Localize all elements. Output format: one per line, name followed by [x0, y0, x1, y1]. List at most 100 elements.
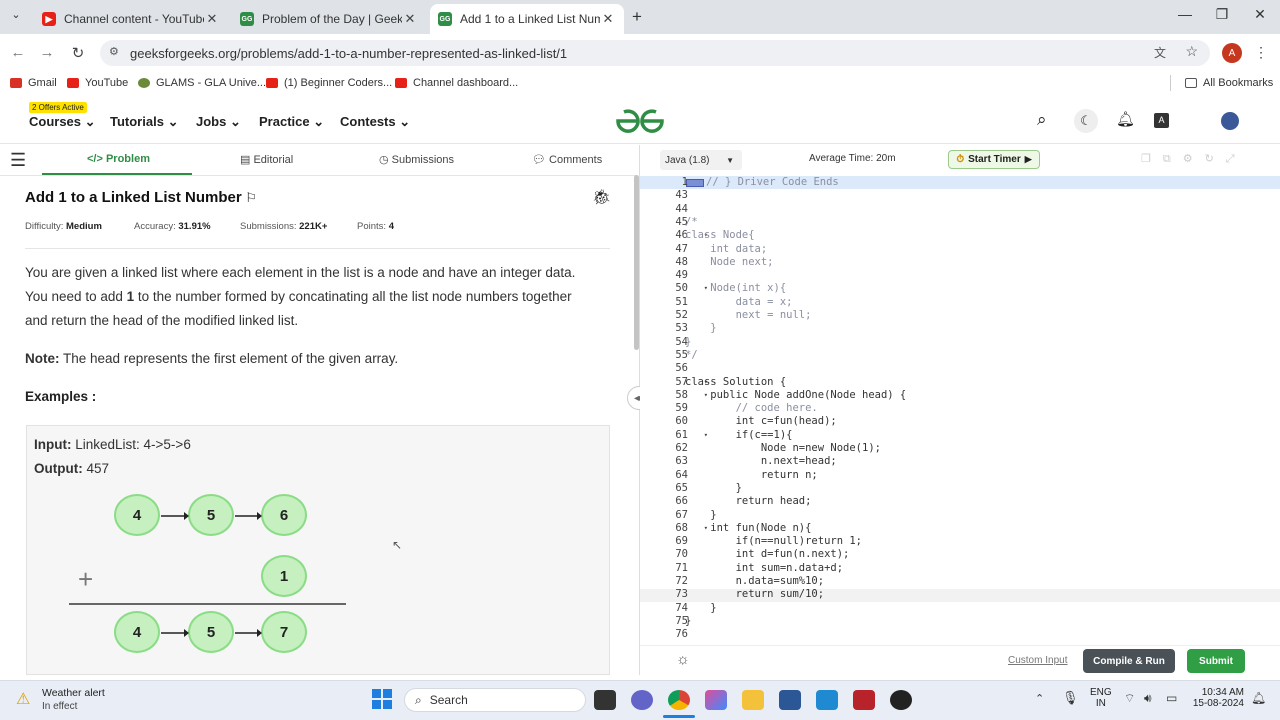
battery-icon[interactable]: ▭	[1166, 691, 1177, 705]
code-line[interactable]: }	[685, 602, 716, 615]
code-line[interactable]: n.data=sum%10;	[685, 575, 825, 588]
all-bookmarks[interactable]: All Bookmarks	[1185, 77, 1273, 89]
obs-icon[interactable]	[890, 690, 912, 710]
restore-icon[interactable]: ❐	[1207, 6, 1237, 23]
code-line[interactable]: }	[685, 615, 691, 628]
code-line[interactable]: if(c==1){	[685, 429, 793, 442]
tab-editorial[interactable]: ▤ Editorial	[240, 153, 293, 166]
code-line[interactable]: }	[685, 509, 716, 522]
browser-tab-potd[interactable]: GG Problem of the Day | GeeksforG ✕	[232, 4, 426, 34]
compile-run-button[interactable]: Compile & Run	[1083, 649, 1175, 673]
code-line[interactable]: int fun(Node n){	[685, 522, 811, 535]
translate-icon[interactable]: A	[1154, 113, 1169, 128]
code-line[interactable]: }	[685, 482, 742, 495]
nav-practice[interactable]: Practice ⌄	[259, 114, 324, 130]
minimize-icon[interactable]: —	[1170, 6, 1200, 22]
nav-tutorials[interactable]: Tutorials ⌄	[110, 114, 178, 130]
close-tab-icon[interactable]: ✕	[402, 11, 418, 27]
menu-hamburger-icon[interactable]: ☰	[10, 150, 26, 171]
notifications-icon[interactable]: 🔔︎	[1251, 691, 1266, 705]
code-line[interactable]: return n;	[685, 469, 818, 482]
bookmark-gmail[interactable]: Gmail	[10, 77, 57, 89]
code-line[interactable]: int d=fun(n.next);	[685, 548, 850, 561]
task-view-icon[interactable]	[594, 690, 616, 710]
reload-icon[interactable]: ↻	[68, 44, 88, 62]
dark-mode-icon[interactable]: ☾	[1074, 109, 1098, 133]
taskbar-search[interactable]: ⌕ Search	[404, 688, 586, 712]
custom-input-link[interactable]: Custom Input	[1008, 655, 1067, 666]
code-line[interactable]: class Node{	[685, 229, 755, 242]
volume-icon[interactable]: 🔊︎	[1144, 691, 1152, 706]
tab-search-dropdown-icon[interactable]: ⌄	[6, 8, 26, 26]
notification-bell-icon[interactable]: 🔔︎	[1116, 110, 1135, 128]
code-line[interactable]: int sum=n.data+d;	[685, 562, 843, 575]
browser-tab-youtube-studio[interactable]: ▶ Channel content - YouTube Stu ✕	[34, 4, 228, 34]
tab-submissions[interactable]: ◷ Submissions	[379, 153, 454, 166]
code-line[interactable]: Node(int x){	[685, 282, 786, 295]
weather-title[interactable]: Weather alert	[42, 687, 105, 699]
code-line[interactable]: }	[685, 336, 691, 349]
browser-menu-icon[interactable]: ⋮	[1254, 44, 1268, 61]
bookmark-beginner-coders[interactable]: (1) Beginner Coders...	[266, 77, 392, 89]
wifi-icon[interactable]: ⌔	[1124, 691, 1135, 706]
close-tab-icon[interactable]: ✕	[600, 11, 616, 27]
chrome-icon[interactable]	[668, 690, 690, 710]
code-line[interactable]: /*	[685, 216, 698, 229]
microphone-icon[interactable]: 🎙︎	[1062, 690, 1079, 706]
code-line[interactable]: // code here.	[685, 402, 818, 415]
profile-avatar[interactable]: A	[1222, 43, 1242, 63]
code-line[interactable]: if(n==null)return 1;	[685, 535, 862, 548]
tab-problem[interactable]: </> Problem	[87, 153, 150, 165]
close-window-icon[interactable]: ✕	[1245, 6, 1275, 23]
teams-chat-icon[interactable]	[631, 690, 653, 710]
new-tab-icon[interactable]: +	[632, 7, 642, 27]
vscode-icon[interactable]	[816, 690, 838, 710]
code-line[interactable]: Node n=new Node(1);	[685, 442, 881, 455]
nav-jobs[interactable]: Jobs ⌄	[196, 114, 241, 130]
start-timer-button[interactable]: ⏱ Start Timer ▶	[948, 150, 1040, 169]
code-line[interactable]: public Node addOne(Node head) {	[685, 389, 906, 402]
bookmark-glams[interactable]: GLAMS - GLA Unive...	[138, 77, 266, 89]
clock[interactable]: 10:34 AM 15-08-2024	[1190, 687, 1244, 709]
copilot-icon[interactable]	[705, 690, 727, 710]
code-line[interactable]: Node next;	[685, 256, 773, 269]
forward-icon[interactable]: →	[37, 44, 57, 61]
code-line[interactable]: next = null;	[685, 309, 812, 322]
submit-button[interactable]: Submit	[1187, 649, 1245, 673]
code-line[interactable]: return head;	[685, 495, 812, 508]
code-line[interactable]: */	[685, 349, 698, 362]
close-tab-icon[interactable]: ✕	[204, 11, 220, 27]
code-line[interactable]: }	[685, 322, 716, 335]
site-info-icon[interactable]: ⚙	[109, 45, 119, 58]
language-select[interactable]: Java (1.8) ▼	[660, 150, 742, 170]
file-explorer-icon[interactable]	[742, 690, 764, 710]
weather-alert-icon[interactable]: ⚠	[16, 689, 30, 709]
code-line[interactable]: // } Driver Code Ends	[706, 176, 839, 189]
gfg-logo-icon[interactable]	[614, 108, 666, 134]
nav-contests[interactable]: Contests ⌄	[340, 114, 410, 130]
code-line[interactable]: return sum/10;	[685, 588, 825, 601]
word-icon[interactable]	[779, 690, 801, 710]
windows-start-icon[interactable]	[372, 689, 392, 709]
bookmark-youtube[interactable]: YouTube	[67, 77, 128, 89]
code-line[interactable]: int c=fun(head);	[685, 415, 837, 428]
show-hidden-icons[interactable]: ⌃	[1035, 692, 1044, 705]
browser-tab-active[interactable]: GG Add 1 to a Linked List Number ✕	[430, 4, 624, 34]
tab-comments[interactable]: 💬︎ Comments	[532, 153, 602, 166]
code-line[interactable]: class Solution {	[685, 376, 786, 389]
editor-actions-icons[interactable]: ❐⧉⚙↻⤢	[1141, 152, 1247, 166]
bug-report-icon[interactable]: 🐞︎	[592, 188, 611, 206]
url-input[interactable]: ⚙ geeksforgeeks.org/problems/add-1-to-a-…	[100, 40, 1210, 66]
bookmark-channel-dashboard[interactable]: Channel dashboard...	[395, 77, 518, 89]
language-indicator[interactable]: ENG IN	[1090, 687, 1112, 709]
search-icon[interactable]: ⌕	[1037, 110, 1047, 130]
back-icon[interactable]: ←	[8, 44, 28, 61]
code-line[interactable]: data = x;	[685, 296, 793, 309]
offers-badge[interactable]: 2 Offers Active	[29, 102, 87, 113]
bookmark-star-icon[interactable]: ☆	[1185, 43, 1198, 60]
user-avatar[interactable]	[1221, 112, 1239, 130]
code-line[interactable]: int data;	[685, 243, 767, 256]
intellij-icon[interactable]	[853, 690, 875, 710]
nav-courses[interactable]: Courses ⌄	[29, 114, 96, 130]
translate-icon[interactable]: 文	[1154, 44, 1166, 61]
